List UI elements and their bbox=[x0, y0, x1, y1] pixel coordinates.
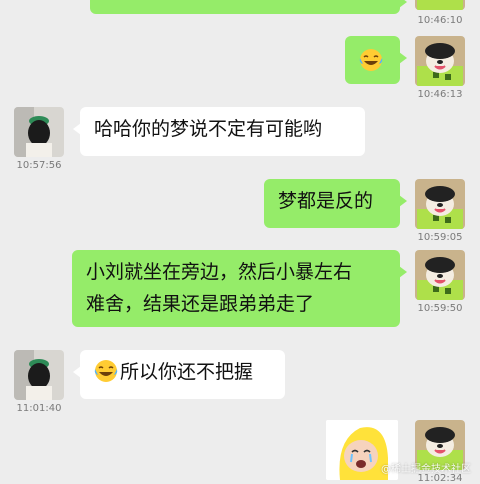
avatar-dog[interactable] bbox=[415, 0, 465, 10]
girl-avatar-icon bbox=[14, 107, 64, 157]
dog-avatar-icon bbox=[415, 179, 465, 229]
timestamp: 10:59:05 bbox=[417, 232, 463, 243]
dog-avatar-icon bbox=[415, 250, 465, 300]
face-with-tears-of-joy-icon bbox=[359, 49, 383, 71]
timestamp: 11:01:40 bbox=[16, 403, 62, 414]
avatar-girl[interactable] bbox=[14, 350, 64, 400]
message-bubble[interactable]: 所以你还不把握 bbox=[73, 350, 285, 399]
message-bubble[interactable]: 小刘就坐在旁边，然后小暴左右 难舍，结果还是跟弟弟走了 bbox=[72, 250, 407, 327]
message-text-line: 难舍，结果还是跟弟弟走了 bbox=[86, 293, 315, 315]
message-text: 所以你还不把握 bbox=[120, 361, 254, 383]
timestamp: 10:59:50 bbox=[417, 303, 463, 314]
timestamp: 10:57:56 bbox=[16, 160, 62, 171]
message-text-line: 小刘就坐在旁边，然后小暴左右 bbox=[86, 261, 353, 283]
message-bubble[interactable] bbox=[345, 36, 407, 84]
message-bubble[interactable]: 哈哈你的梦说不定有可能哟 bbox=[73, 107, 365, 156]
watermark: @稀土掘金技术社区 bbox=[381, 464, 471, 475]
dog-avatar-icon bbox=[415, 0, 465, 10]
message-bubble[interactable] bbox=[90, 0, 407, 14]
face-with-tears-of-joy-icon bbox=[94, 359, 118, 382]
message-text: 梦都是反的 bbox=[278, 190, 374, 212]
girl-avatar-icon bbox=[14, 350, 64, 400]
dog-avatar-icon bbox=[415, 36, 465, 86]
avatar-dog[interactable] bbox=[415, 250, 465, 300]
timestamp: 10:46:13 bbox=[417, 89, 463, 100]
message-text: 哈哈你的梦说不定有可能哟 bbox=[94, 118, 323, 140]
avatar-dog[interactable] bbox=[415, 179, 465, 229]
message-bubble[interactable]: 梦都是反的 bbox=[264, 179, 407, 228]
timestamp: 10:46:10 bbox=[417, 15, 463, 26]
avatar-girl[interactable] bbox=[14, 107, 64, 157]
avatar-dog[interactable] bbox=[415, 36, 465, 86]
